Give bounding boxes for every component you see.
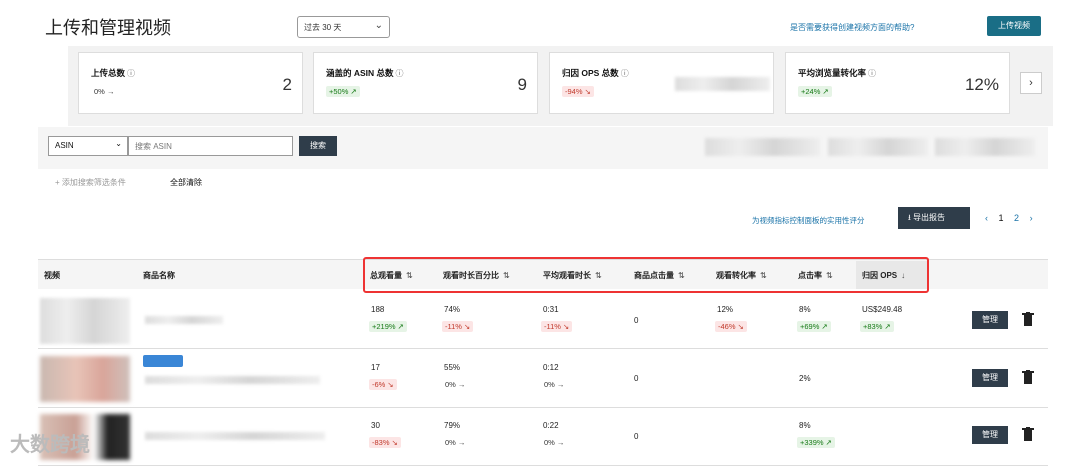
watermark: 大数跨境 [10, 434, 90, 456]
avg-watch-value: 0:12 [543, 363, 559, 372]
avg-watch-change: 0% → [544, 438, 565, 447]
views-change: +219% ↗ [369, 321, 407, 332]
metric-change: +50% ↗ [326, 86, 360, 97]
avg-watch-change: -11% ↘ [541, 321, 573, 332]
ctr-value: 2% [799, 374, 811, 383]
col-video: 视频 [44, 271, 60, 280]
product-name[interactable] [145, 316, 223, 324]
page-1[interactable]: 1 [999, 213, 1004, 223]
export-report-button[interactable]: ⭳ 导出报告 [898, 207, 970, 229]
trend-up-icon: ↗ [822, 87, 829, 96]
conv-change: -46% ↘ [715, 321, 747, 332]
info-icon[interactable]: ⓘ [396, 69, 404, 78]
blurred-filter[interactable] [705, 138, 820, 156]
metric-change: +24% ↗ [798, 86, 832, 97]
ctr-change: +69% ↗ [797, 321, 831, 332]
avg-watch-change: 0% → [544, 380, 565, 389]
metric-label: 涵盖的 ASIN 总数 [326, 68, 394, 78]
metrics-panel: 上传总数 ⓘ 2 0% → 涵盖的 ASIN 总数 ⓘ 9 +50% ↗ 归因 OP… [68, 46, 1053, 126]
video-thumbnail[interactable] [40, 356, 130, 402]
watch-pct-value: 55% [444, 363, 461, 372]
ops-value: US$249.48 [862, 305, 903, 314]
search-button[interactable]: 搜索 [299, 136, 337, 156]
product-name[interactable] [145, 376, 320, 384]
watch-pct-value: 79% [444, 421, 461, 430]
page-title: 上传和管理视频 [45, 18, 171, 38]
metric-label: 平均浏览量转化率 [798, 68, 867, 78]
metric-value: 9 [517, 75, 527, 94]
blurred-filter[interactable] [935, 138, 1035, 156]
avg-watch-value: 0:22 [543, 421, 559, 430]
asin-select[interactable]: ASIN ⌄ [48, 136, 128, 156]
manage-button[interactable]: 管理 [972, 369, 1008, 387]
trend-down-icon: ↘ [584, 87, 591, 96]
download-icon: ⭳ [908, 213, 911, 222]
metric-change: -94% ↘ [562, 86, 594, 97]
watch-pct-value: 74% [444, 305, 461, 314]
next-page-icon[interactable]: › [1030, 213, 1033, 223]
views-value: 188 [371, 305, 385, 314]
ctr-change: +339% ↗ [797, 437, 835, 448]
date-range-value: 过去 30 天 [304, 23, 342, 32]
chevron-right-icon[interactable]: › [1020, 72, 1042, 94]
product-name[interactable] [145, 432, 325, 440]
views-value: 17 [371, 363, 380, 372]
views-change: -6% ↘ [369, 379, 397, 390]
chevron-down-icon: ⌄ [374, 20, 383, 31]
prev-page-icon[interactable]: ‹ [985, 213, 988, 223]
watch-pct-change: 0% → [445, 438, 466, 447]
video-thumbnail[interactable] [40, 298, 130, 344]
ctr-value: 8% [799, 421, 811, 430]
metric-card-asins: 涵盖的 ASIN 总数 ⓘ 9 +50% ↗ [313, 52, 538, 114]
manage-button[interactable]: 管理 [972, 311, 1008, 329]
watch-pct-change: -11% ↘ [442, 321, 474, 332]
blurred-value [675, 77, 770, 91]
chevron-down-icon: ⌄ [115, 139, 122, 148]
metric-card-conversion: 平均浏览量转化率 ⓘ 12% +24% ↗ [785, 52, 1010, 114]
trash-icon[interactable] [1022, 427, 1034, 441]
info-icon[interactable]: ⓘ [127, 69, 135, 78]
clicks-value: 0 [634, 316, 639, 325]
ops-change: +83% ↗ [860, 321, 894, 332]
conv-value: 12% [717, 305, 734, 314]
help-link[interactable]: 是否需要获得创建视频方面的帮助? [790, 22, 914, 33]
product-badge [143, 355, 183, 367]
avg-watch-value: 0:31 [543, 305, 559, 314]
search-input[interactable]: 搜索 ASIN [128, 136, 293, 156]
views-change: -83% ↘ [369, 437, 401, 448]
clicks-value: 0 [634, 374, 639, 383]
metric-value: 12% [964, 75, 999, 94]
watch-pct-change: 0% → [445, 380, 466, 389]
page-2[interactable]: 2 [1014, 213, 1019, 223]
add-filter-link[interactable]: + 添加搜索筛选条件 [55, 177, 126, 188]
metric-card-uploads: 上传总数 ⓘ 2 0% → [78, 52, 303, 114]
metric-label: 归因 OPS 总数 [562, 68, 619, 78]
rating-link[interactable]: 为视频指标控制面板的实用性评分 [752, 215, 865, 226]
info-icon[interactable]: ⓘ [621, 69, 629, 78]
trash-icon[interactable] [1022, 312, 1034, 326]
views-value: 30 [371, 421, 380, 430]
trash-icon[interactable] [1022, 370, 1034, 384]
clicks-value: 0 [634, 432, 639, 441]
trend-up-icon: ↗ [350, 87, 357, 96]
date-range-select[interactable]: 过去 30 天 ⌄ [297, 16, 390, 38]
ctr-value: 8% [799, 305, 811, 314]
metric-card-ops: 归因 OPS 总数 ⓘ -94% ↘ [549, 52, 774, 114]
metric-value: 2 [282, 75, 292, 94]
highlight-box [363, 257, 929, 293]
metric-change: 0% → [94, 87, 115, 96]
clear-all-link[interactable]: 全部清除 [170, 177, 202, 188]
blurred-filter[interactable] [828, 138, 928, 156]
col-product: 商品名称 [143, 271, 175, 280]
arrow-right-icon: → [106, 87, 115, 96]
upload-video-button[interactable]: 上传视频 [987, 16, 1041, 36]
info-icon[interactable]: ⓘ [868, 69, 876, 78]
pagination: ‹ 1 2 › [985, 213, 1033, 223]
metric-label: 上传总数 [91, 68, 126, 78]
manage-button[interactable]: 管理 [972, 426, 1008, 444]
